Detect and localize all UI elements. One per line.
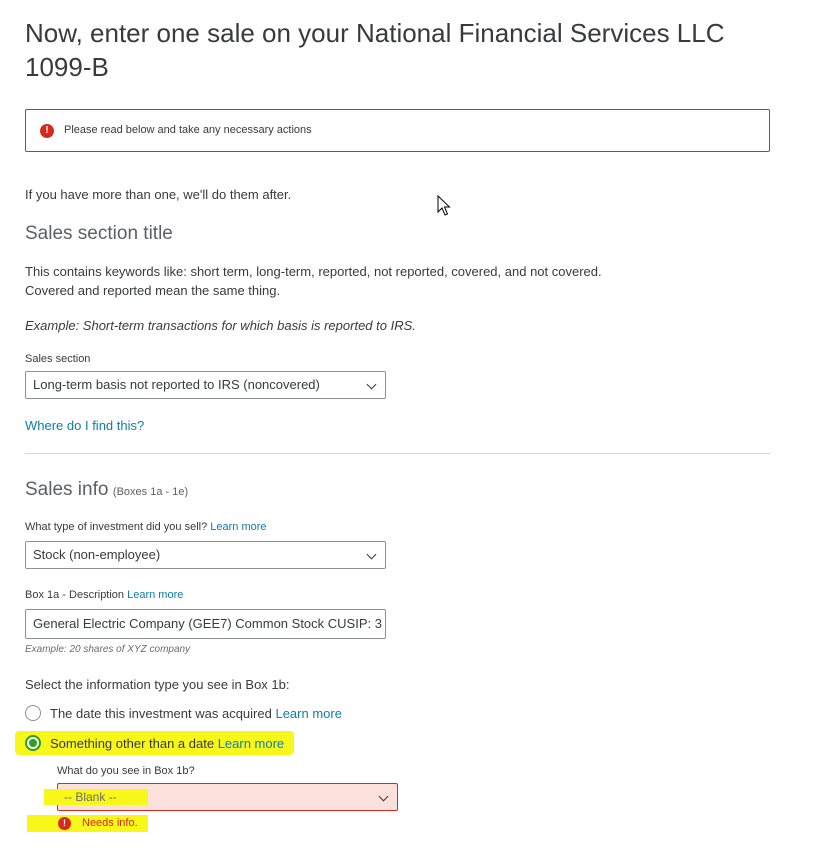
sales-section-selected-value: Long-term basis not reported to IRS (non…	[33, 377, 320, 392]
box1a-example: Example: 20 shares of XYZ company	[25, 644, 191, 655]
chevron-down-icon	[366, 379, 377, 390]
sales-section-example: Example: Short-term transactions for whi…	[25, 318, 416, 333]
exclamation-circle-icon: !	[40, 124, 54, 138]
radio-other-than-date-label[interactable]: Something other than a date	[50, 736, 214, 751]
box1a-learn-more-link[interactable]: Learn more	[127, 589, 183, 601]
radio-date-acquired[interactable]	[25, 705, 41, 721]
radio-date-acquired-label-row: The date this investment was acquired Le…	[50, 706, 342, 721]
radio-other-than-date-label-row: Something other than a date Learn more	[50, 736, 284, 751]
sales-section-title: Sales section title	[25, 223, 173, 244]
sales-info-title: Sales info	[25, 479, 109, 500]
investment-type-learn-more-link[interactable]: Learn more	[210, 521, 266, 533]
box1b-selected-value: -- Blank --	[64, 790, 117, 804]
alert-banner: ! Please read below and take any necessa…	[25, 109, 770, 152]
sales-section-description-line1: This contains keywords like: short term,…	[25, 264, 602, 279]
investment-type-select[interactable]: Stock (non-employee)	[25, 541, 386, 569]
box1b-sub-label: What do you see in Box 1b?	[57, 765, 195, 777]
radio-other-than-date-learn-more-link[interactable]: Learn more	[218, 736, 284, 751]
radio-date-acquired-label[interactable]: The date this investment was acquired	[50, 706, 272, 721]
investment-type-selected-value: Stock (non-employee)	[33, 547, 161, 562]
box1a-label: Box 1a - Description	[25, 589, 125, 601]
chevron-down-icon	[378, 791, 389, 802]
radio-date-acquired-learn-more-link[interactable]: Learn more	[275, 706, 341, 721]
mouse-pointer-icon	[437, 195, 451, 216]
page-title: Now, enter one sale on your National Fin…	[25, 18, 725, 82]
sales-info-subtitle: (Boxes 1a - 1e)	[112, 486, 189, 498]
radio-other-than-date[interactable]	[25, 735, 41, 751]
where-do-i-find-this-link[interactable]: Where do I find this?	[25, 418, 144, 433]
investment-type-label: What type of investment did you sell?	[25, 521, 208, 533]
box1b-question: Select the information type you see in B…	[25, 677, 290, 692]
sales-info-heading: Sales info (Boxes 1a - 1e)	[25, 479, 188, 501]
sales-section-label: Sales section	[25, 353, 91, 365]
section-divider	[25, 453, 770, 454]
box1a-description-input[interactable]: General Electric Company (GEE7) Common S…	[25, 609, 386, 639]
box1b-error-text: Needs info.	[82, 817, 138, 829]
exclamation-circle-icon: !	[58, 817, 71, 830]
box1a-label-row: Box 1a - Description Learn more	[25, 589, 183, 601]
sales-section-select[interactable]: Long-term basis not reported to IRS (non…	[25, 371, 386, 399]
box1a-description-value: General Electric Company (GEE7) Common S…	[33, 616, 382, 631]
chevron-down-icon	[366, 549, 377, 560]
sales-section-description-line2: Covered and reported mean the same thing…	[25, 283, 281, 298]
investment-type-label-row: What type of investment did you sell? Le…	[25, 521, 267, 533]
intro-text: If you have more than one, we'll do them…	[25, 187, 292, 202]
box1b-type-select[interactable]: -- Blank --	[44, 783, 398, 811]
alert-text: Please read below and take any necessary…	[64, 124, 312, 136]
